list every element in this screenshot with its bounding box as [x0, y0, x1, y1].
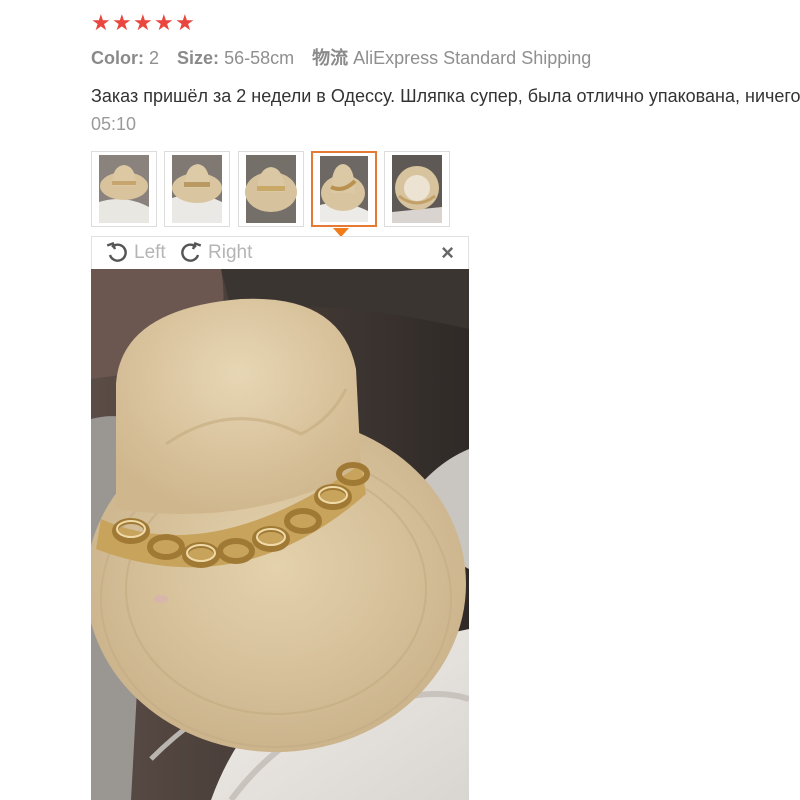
rating-stars: ★ ★ ★ ★ ★ [91, 10, 195, 36]
color-value: 2 [149, 48, 160, 68]
enlarged-review-photo [91, 269, 469, 800]
star-icon: ★ [154, 10, 174, 35]
review-text: Заказ пришёл за 2 недели в Одессу. Шляпк… [91, 86, 800, 106]
rotate-right-label: Right [208, 242, 253, 263]
photo-viewer-toolbar: Left Right × [91, 236, 469, 269]
shipping-value: AliExpress Standard Shipping [353, 48, 592, 68]
rotate-right-icon [181, 242, 202, 262]
hat-photo-thumb-image [239, 152, 303, 226]
hat-photo-thumb-image [92, 152, 156, 226]
review-photo-thumbnail-selected[interactable] [311, 151, 377, 227]
rotate-right-button[interactable]: Right [180, 237, 252, 269]
review-time: 05:10 [91, 114, 137, 134]
hat-photo-thumb-image [385, 152, 449, 226]
star-icon: ★ [112, 10, 132, 35]
review-photo-thumbnail[interactable] [164, 151, 230, 227]
close-icon[interactable]: × [441, 237, 454, 269]
photo-viewer: Left Right × [91, 236, 469, 800]
rotate-left-icon [106, 242, 127, 262]
color-label: Color: [91, 48, 144, 68]
color-info: Color: 2 [91, 48, 159, 68]
review-photo-thumbnail[interactable] [91, 151, 157, 227]
hat-photo-image [91, 269, 469, 800]
size-info: Size: 56-58cm [177, 48, 294, 68]
hat-photo-thumb-image [165, 152, 229, 226]
review-meta: Color: 2 Size: 56-58cm 物流 AliExpress Stand… [91, 44, 609, 72]
size-label: Size: [177, 48, 220, 68]
star-icon: ★ [91, 10, 111, 35]
star-icon: ★ [133, 10, 153, 35]
shipping-info: 物流 AliExpress Standard Shipping [312, 48, 591, 68]
review-photo-thumbnail[interactable] [238, 151, 304, 227]
star-icon: ★ [175, 10, 195, 35]
hat-photo-thumb-image [313, 153, 375, 225]
rotate-left-label: Left [134, 242, 166, 263]
size-value: 56-58cm [224, 48, 295, 68]
rotate-left-button[interactable]: Left [106, 237, 166, 269]
review-photo-thumbnail[interactable] [384, 151, 450, 227]
shipping-label: 物流 [312, 48, 349, 68]
